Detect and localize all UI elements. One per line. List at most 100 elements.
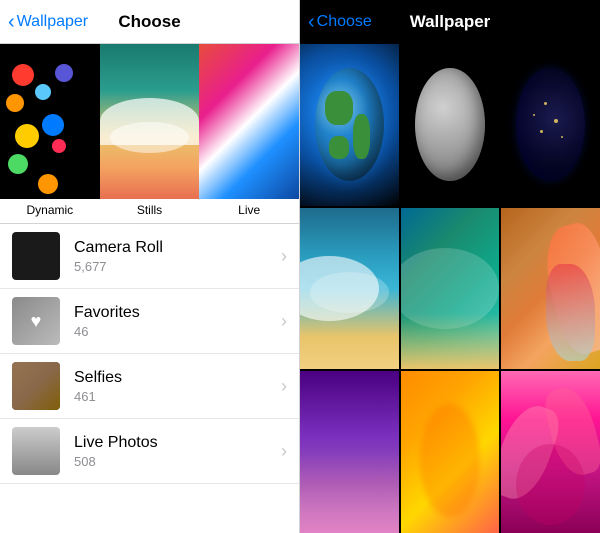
category-dynamic[interactable]: Dynamic [0,44,100,223]
live-photos-chevron-icon: › [281,441,287,462]
dot-orange [6,94,24,112]
orange-bg [401,371,500,533]
category-live-thumb [199,44,299,199]
grid-item-abstract1[interactable] [501,208,600,370]
category-dynamic-thumb [0,44,100,199]
dot-lightblue [35,84,51,100]
dot-yellow [15,124,39,148]
city-light4 [533,114,535,116]
camera-roll-chevron-icon: › [281,246,287,267]
right-nav-bar: ‹ Choose Wallpaper [300,0,600,44]
earth-land1 [325,91,353,125]
library-list: Camera Roll 5,677 › ♥ Favorites 46 › [0,224,299,533]
abstract-shape2 [546,264,595,361]
favorites-name: Favorites [74,304,281,322]
beach-gradient [401,313,500,370]
favorites-chevron-icon: › [281,311,287,332]
grid-item-ocean1[interactable] [300,208,399,370]
selfies-chevron-icon: › [281,376,287,397]
right-panel: ‹ Choose Wallpaper [300,0,600,533]
dot-orange2 [38,174,58,194]
right-back-button[interactable]: ‹ Choose [308,12,372,32]
earth-bg [300,44,399,206]
right-chevron-left-icon: ‹ [308,12,315,32]
category-stills[interactable]: Stills [100,44,200,223]
earth-sphere [315,68,384,181]
dot-blue [42,114,64,136]
library-item-camera-roll[interactable]: Camera Roll 5,677 › [0,224,299,289]
live-bg [199,44,299,199]
library-item-selfies[interactable]: Selfies 461 › [0,354,299,419]
right-nav-title: Wallpaper [410,12,491,32]
selfies-thumb-bg [12,362,60,410]
right-back-label: Choose [317,13,372,31]
purple-bg [300,371,399,533]
selfies-info: Selfies 461 [74,369,281,404]
city-light1 [544,102,547,105]
library-item-favorites[interactable]: ♥ Favorites 46 › [0,289,299,354]
moon-sphere [415,68,484,181]
live-photos-thumb-container [12,427,60,475]
stills-bg [100,44,200,199]
grid-item-earth[interactable] [300,44,399,206]
orange-glow [420,404,479,517]
left-back-label: Wallpaper [17,13,88,31]
wave-decoration2 [110,122,190,153]
selfies-thumb-container [12,362,60,410]
category-stills-thumb [100,44,200,199]
category-stills-label: Stills [137,199,162,223]
grid-item-moon[interactable] [401,44,500,206]
wave2 [310,272,389,312]
left-nav-title: Choose [118,12,180,32]
live-photos-thumb-bg [12,427,60,475]
dot-green [8,154,28,174]
category-live-label: Live [238,199,260,223]
earth-night-sphere [516,68,585,181]
dot-pink [52,139,66,153]
camera-thumb-bg [12,232,60,280]
favorites-info: Favorites 46 [74,304,281,339]
left-panel: ‹ Wallpaper Choose Dynamic [0,0,300,533]
grid-item-earth-night[interactable] [501,44,600,206]
ocean2-bg [401,208,500,370]
selfies-name: Selfies [74,369,281,387]
grid-item-purple[interactable] [300,371,399,533]
favorites-thumb-bg: ♥ [12,297,60,345]
pink-bg [501,371,600,533]
camera-roll-name: Camera Roll [74,239,281,257]
grid-item-orange[interactable] [401,371,500,533]
camera-roll-info: Camera Roll 5,677 [74,239,281,274]
earth-land2 [353,114,370,159]
live-photos-info: Live Photos 508 [74,434,281,469]
dot-red [12,64,34,86]
favorites-thumb-container: ♥ [12,297,60,345]
camera-roll-count: 5,677 [74,259,281,274]
pink-center [516,444,585,525]
dynamic-bg [0,44,100,199]
chevron-left-icon: ‹ [8,12,15,32]
category-live[interactable]: Live [199,44,299,223]
city-light2 [554,119,558,123]
moon-bg [401,44,500,206]
ocean1-bg [300,208,399,370]
left-back-button[interactable]: ‹ Wallpaper [8,12,88,32]
earth-land3 [329,136,350,159]
abstract1-bg [501,208,600,370]
left-nav-bar: ‹ Wallpaper Choose [0,0,299,44]
flower-bg [310,452,389,533]
camera-roll-thumb [12,232,60,280]
library-item-live-photos[interactable]: Live Photos 508 › [0,419,299,484]
heart-icon: ♥ [31,311,42,332]
category-dynamic-label: Dynamic [26,199,73,223]
city-light5 [561,136,563,138]
live-photos-name: Live Photos [74,434,281,452]
grid-item-ocean2[interactable] [401,208,500,370]
favorites-count: 46 [74,324,281,339]
dot-purple [55,64,73,82]
selfies-count: 461 [74,389,281,404]
wallpaper-grid [300,44,600,533]
city-light3 [540,130,543,133]
earth-night-bg [501,44,600,206]
live-photos-count: 508 [74,454,281,469]
grid-item-pink[interactable] [501,371,600,533]
